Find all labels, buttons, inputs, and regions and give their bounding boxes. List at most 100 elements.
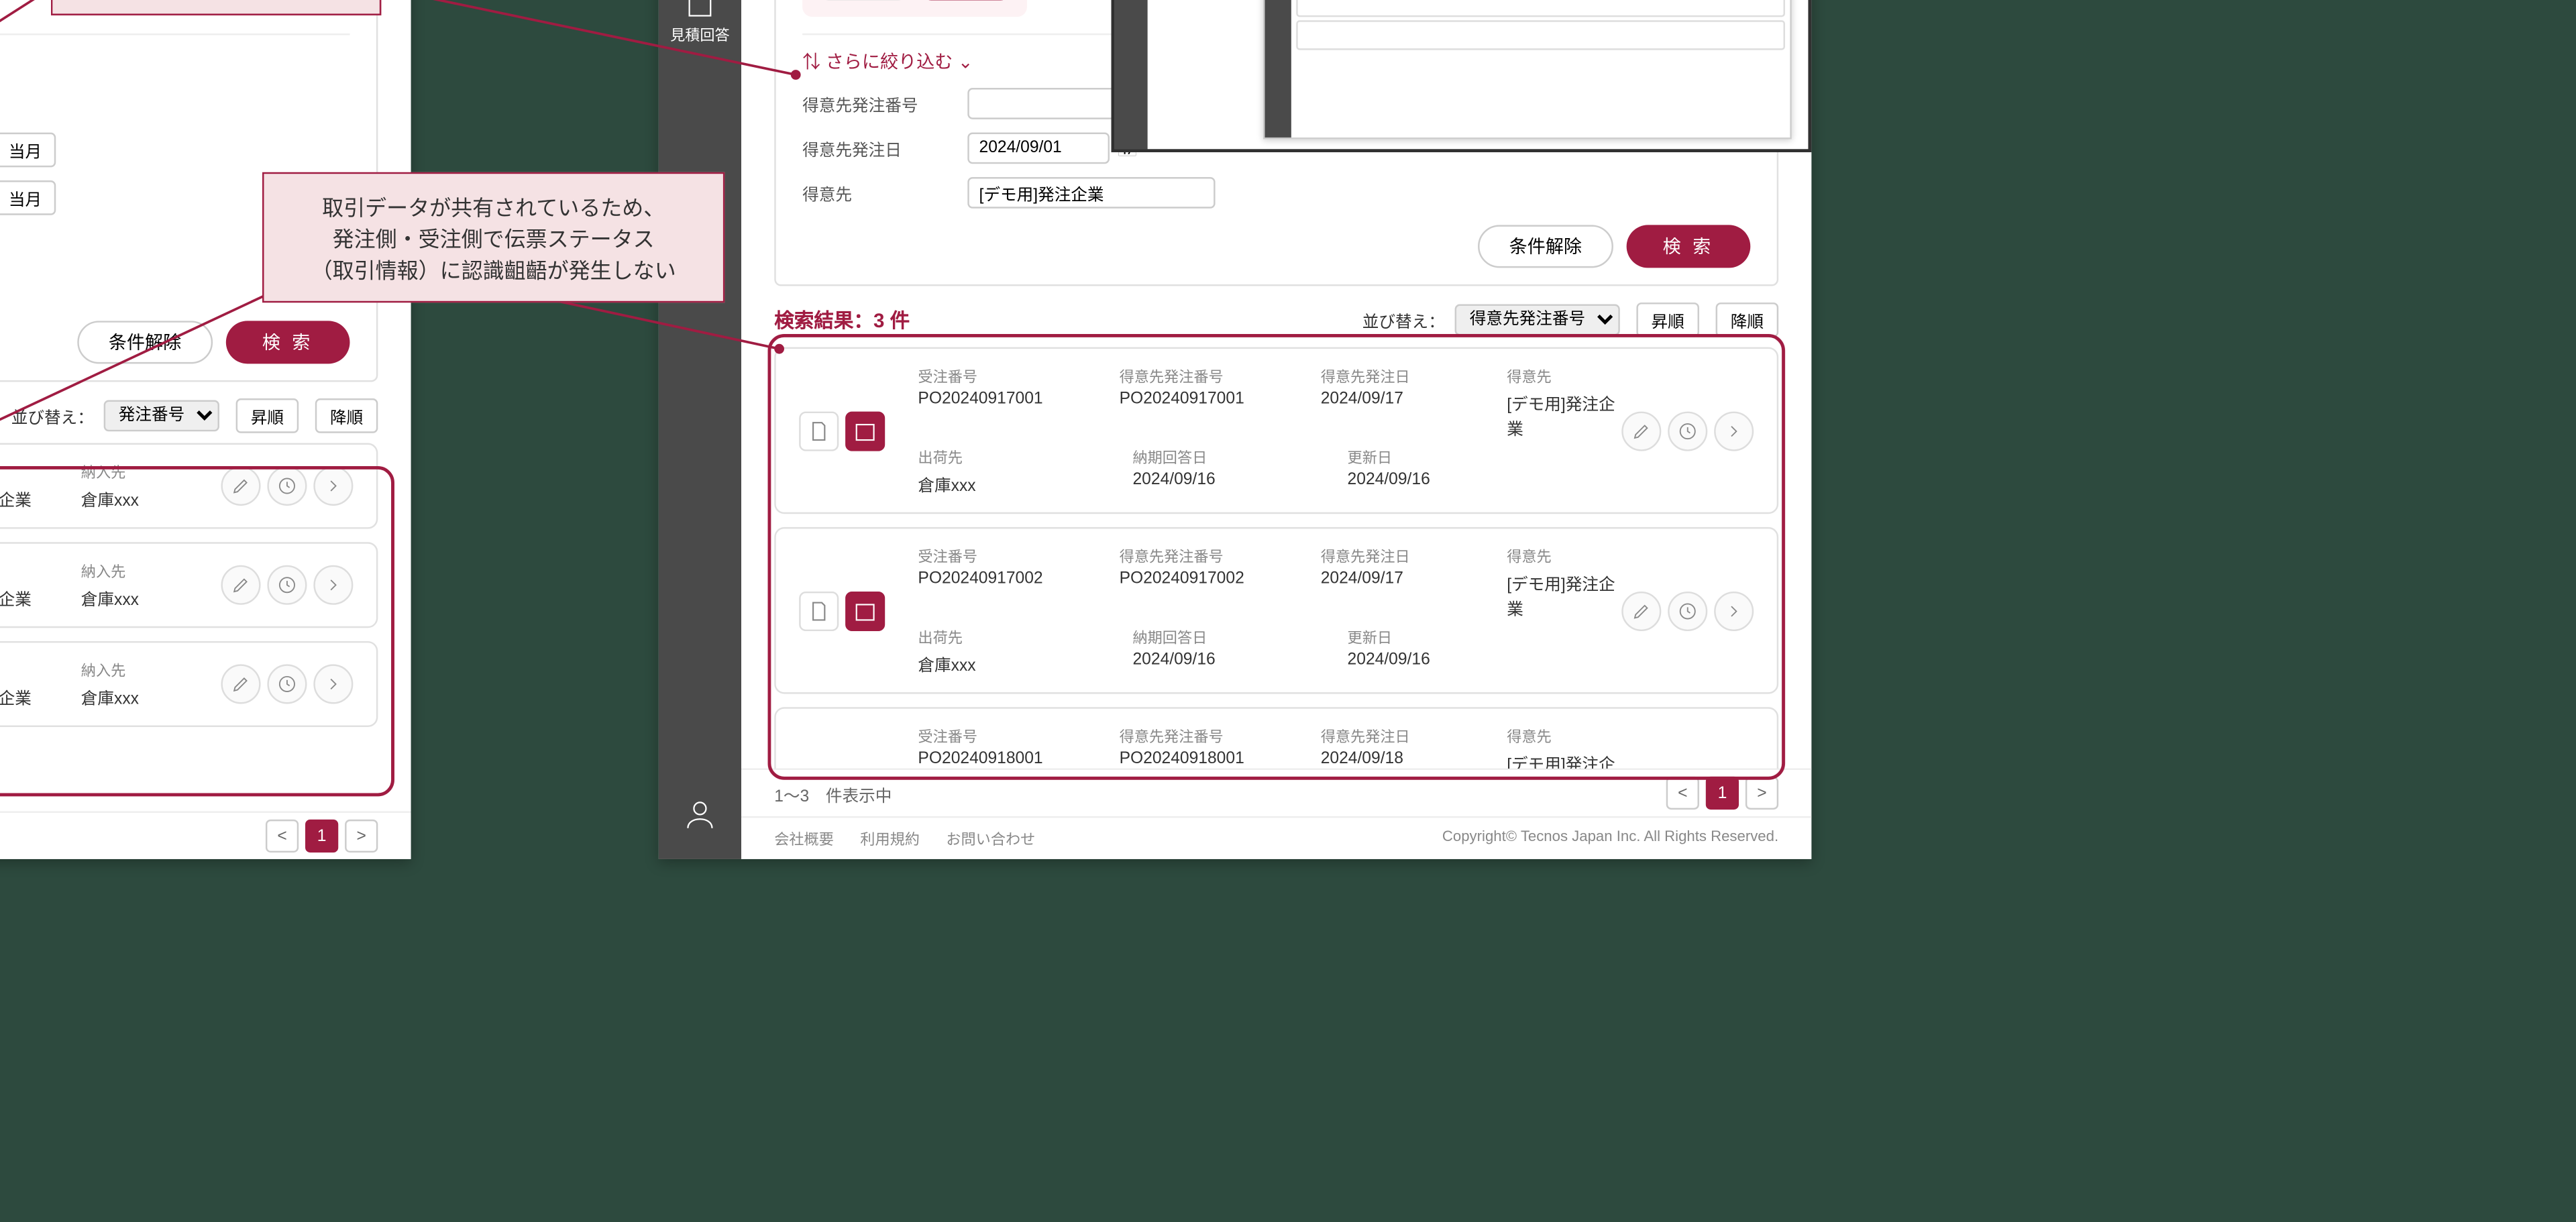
footer: 会社概要 利用規約 お問い合わせ Copyright© Tecnos Japan… — [741, 816, 1811, 859]
row-history-button[interactable] — [267, 565, 307, 605]
row-history-button[interactable] — [267, 664, 307, 704]
row-history-button[interactable] — [267, 466, 307, 506]
col-label: 得意先発注番号 — [1120, 366, 1271, 387]
col-label: 得意先 — [1507, 366, 1621, 387]
sort-select[interactable]: 得意先発注番号 — [1455, 304, 1620, 336]
col-label: 得意先 — [1507, 545, 1621, 567]
btn-asc[interactable]: 昇順 — [1636, 302, 1699, 337]
col-label: 出荷先 — [918, 446, 1083, 467]
result-row: 受注番号PO20240917002 得意先発注番号PO20240917002 得… — [774, 527, 1778, 694]
row-icon-ack[interactable] — [799, 591, 839, 630]
callout-shared-data: 取引データが共有されているため、 発注側・受注側で伝票ステータス （取引情報）に… — [262, 172, 724, 302]
results-title: 検索結果：3 件 — [774, 306, 910, 334]
result-row: 受注番号PO20240918001 得意先発注番号PO20240918001 得… — [774, 707, 1778, 768]
col-label: 得意先発注日 — [1321, 726, 1458, 747]
sidebar-quote-reply[interactable]: 見積回答 — [670, 0, 730, 45]
row-detail-button[interactable] — [313, 466, 353, 506]
col-val: PO20240918001 — [918, 750, 1069, 768]
row-icon-no-reply[interactable] — [845, 591, 885, 630]
pager-page-1[interactable]: 1 — [305, 820, 338, 852]
btn-desc[interactable]: 降順 — [1716, 302, 1779, 337]
pager-next[interactable]: > — [345, 820, 378, 852]
status-tiles: 請書未送付 納期未回答 — [802, 0, 1027, 17]
row-detail-button[interactable] — [1714, 591, 1754, 630]
col-label: 得意先 — [1507, 726, 1621, 747]
btn-desc[interactable]: 降順 — [315, 398, 378, 433]
row-edit-button[interactable] — [1621, 411, 1661, 451]
col-label: 得意先発注日 — [1321, 366, 1458, 387]
col-val: 2024/09/17 — [1321, 570, 1458, 588]
col-val: PO20240917002 — [918, 570, 1069, 588]
col-label: 受注番号 — [918, 545, 1069, 567]
col-label: 得意先発注日 — [1321, 545, 1458, 567]
col-val: PO20240917002 — [1120, 570, 1271, 588]
customer-date-from-input[interactable] — [967, 133, 1110, 164]
status-tile-ack-unsent[interactable]: 請書未送付 — [819, 0, 908, 1]
footer-copyright: Copyright© Tecnos Japan Inc. All Rights … — [1442, 828, 1778, 849]
row-edit-button[interactable] — [221, 466, 260, 506]
result-row: 発注番号PO20240918001 発注日2024/09/18 仕入先[デモ用]… — [0, 641, 378, 727]
btn-clear[interactable]: 条件解除 — [77, 321, 213, 364]
col-label: 納期回答日 — [1132, 626, 1297, 648]
row-detail-button[interactable] — [313, 664, 353, 704]
btn-this-month[interactable]: 当月 — [0, 180, 56, 215]
col-val: 2024/09/18 — [1321, 750, 1458, 768]
thumb-main: ホーム > 入荷取引状況確認 入荷取引状況確認 検索結果： 21 件 支払予定取… — [1148, 0, 1809, 149]
col-label: 得意先発注番号 — [1120, 726, 1271, 747]
col-val: PO20240917001 — [1120, 390, 1271, 408]
sidebar-user[interactable] — [682, 796, 718, 836]
btn-this-month[interactable]: 当月 — [0, 133, 56, 168]
row-detail-button[interactable] — [313, 565, 353, 605]
btn-search[interactable]: 検 索 — [1626, 225, 1750, 268]
col-label: 納入先 — [81, 659, 139, 681]
pager-prev[interactable]: < — [1666, 777, 1699, 810]
row-edit-button[interactable] — [221, 565, 260, 605]
pager-next[interactable]: > — [1746, 777, 1778, 810]
footer-link-contact[interactable]: お問い合わせ — [946, 828, 1035, 849]
sort-area: 並び替え： 得意先発注番号 昇順 降順 — [1362, 302, 1778, 337]
calculator-icon — [682, 0, 718, 20]
pager-page-1[interactable]: 1 — [1706, 777, 1739, 810]
btn-asc[interactable]: 昇順 — [236, 398, 299, 433]
col-val: 2024/09/16 — [1348, 471, 1497, 489]
row-edit-button[interactable] — [221, 664, 260, 704]
sort-label: 並び替え： — [11, 403, 94, 428]
status-tile-no-reply[interactable]: 納期未回答 — [921, 0, 1010, 1]
col-label: 仕入先 — [0, 461, 32, 483]
btn-clear[interactable]: 条件解除 — [1478, 225, 1613, 268]
sidebar-receiving: 受注 出荷 請求 見積回答 — [659, 0, 741, 859]
form-label-customer-date: 得意先発注日 — [802, 136, 967, 161]
sidebar-label: 見積回答 — [670, 23, 730, 45]
ordering-app: 新規発注 発注 入荷 支払予定 見積 CBP Demo ホーム > 発注取引状況… — [0, 0, 411, 859]
row-history-button[interactable] — [1668, 411, 1707, 451]
result-row: 受注番号PO20240917001 得意先発注番号PO20240917001 得… — [774, 347, 1778, 514]
col-label: 更新日 — [1348, 446, 1497, 467]
footer-link-company[interactable]: 会社概要 — [774, 828, 834, 849]
pager-text: 1〜3 件表示中 — [774, 781, 892, 806]
footer-link-terms[interactable]: 利用規約 — [860, 828, 920, 849]
row-icon-no-reply[interactable] — [845, 411, 885, 451]
pager: 1〜3 件表示中 < 1 > — [741, 769, 1811, 816]
col-val: 2024/09/16 — [1348, 651, 1497, 669]
row-detail-button[interactable] — [1714, 411, 1754, 451]
row-history-button[interactable] — [1668, 591, 1707, 630]
thumb-sidebar — [1114, 0, 1147, 149]
row-icon-ack[interactable] — [799, 411, 839, 451]
col-val: 倉庫xxx — [81, 486, 139, 511]
customer-input[interactable] — [967, 177, 1215, 209]
col-label: 納期回答日 — [1132, 446, 1297, 467]
pager: 1〜3 件表示中 < 1 > — [0, 812, 411, 859]
col-val: [デモ用]受注企業 — [0, 684, 32, 709]
col-val: [デモ用]発注企業 — [1507, 750, 1621, 768]
user-icon — [682, 796, 718, 832]
filter-toggle[interactable]: ⇅ さらに絞り込む ⌄ — [0, 34, 350, 88]
btn-search[interactable]: 検 索 — [226, 321, 350, 364]
row-edit-button[interactable] — [1621, 591, 1661, 630]
col-label: 受注番号 — [918, 366, 1069, 387]
pager-prev[interactable]: < — [266, 820, 299, 852]
sort-select[interactable]: 発注番号 — [104, 400, 219, 432]
col-val: [デモ用]発注企業 — [1507, 570, 1621, 620]
col-val: 2024/09/16 — [1132, 651, 1297, 669]
col-val: [デモ用]受注企業 — [0, 585, 32, 610]
sort-area: 並び替え： 発注番号 昇順 降順 — [11, 398, 378, 433]
